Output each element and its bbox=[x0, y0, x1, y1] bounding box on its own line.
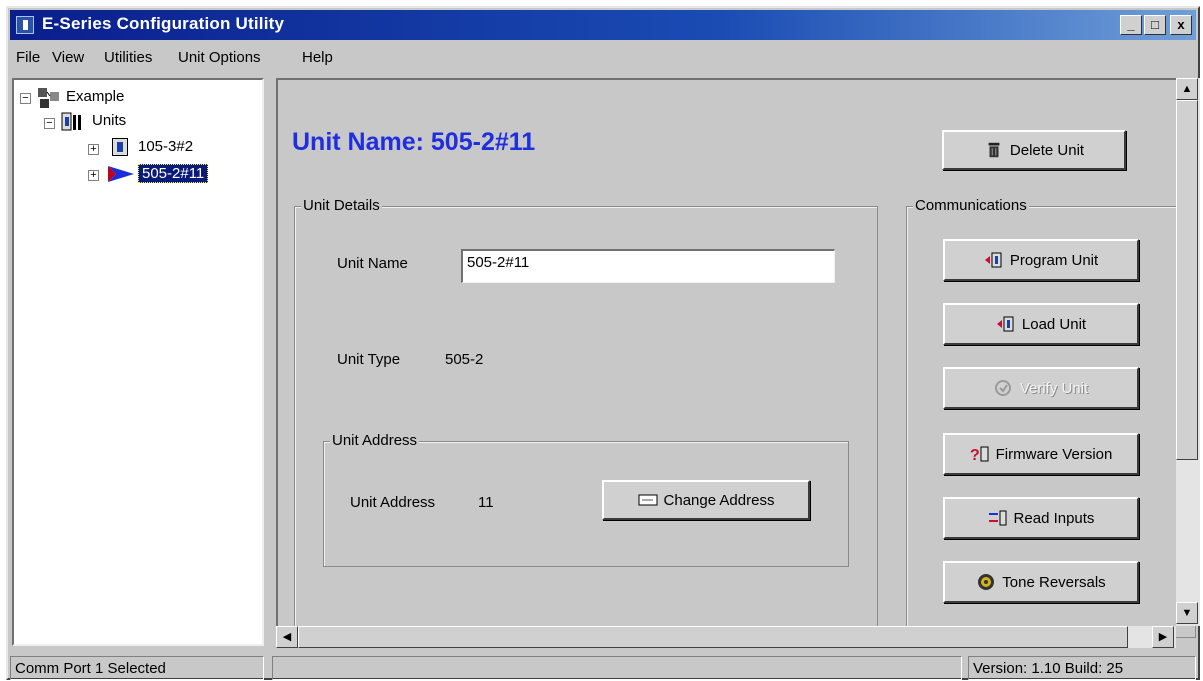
window-title: E-Series Configuration Utility bbox=[42, 14, 285, 33]
horizontal-scrollbar[interactable]: ◀ ▶ bbox=[276, 626, 1176, 648]
vertical-scrollbar[interactable]: ▲ ▼ bbox=[1176, 78, 1200, 626]
tone-reversals-button[interactable]: Tone Reversals bbox=[943, 561, 1139, 603]
tree-node-root[interactable]: Example bbox=[66, 88, 124, 105]
svg-text:?: ? bbox=[970, 447, 980, 463]
unit-type-label: Unit Type bbox=[337, 351, 401, 368]
delete-unit-button[interactable]: Delete Unit bbox=[942, 130, 1126, 170]
app-icon bbox=[16, 16, 34, 34]
vertical-scroll-thumb[interactable] bbox=[1176, 100, 1198, 460]
unit-address-group-label: Unit Address bbox=[330, 432, 420, 449]
menu-utilities[interactable]: Utilities bbox=[104, 49, 152, 66]
communications-group-label: Communications bbox=[913, 197, 1029, 214]
address-card-icon bbox=[638, 494, 658, 506]
tone-reversals-label: Tone Reversals bbox=[1002, 573, 1106, 591]
delete-unit-label: Delete Unit bbox=[1009, 141, 1085, 159]
status-bar: Comm Port 1 Selected Version: 1.10 Build… bbox=[10, 654, 1196, 680]
verify-icon bbox=[994, 380, 1011, 396]
tree-node-unit[interactable]: 105-3#2 bbox=[138, 138, 193, 155]
load-unit-button[interactable]: Load Unit bbox=[943, 303, 1139, 345]
menu-bar: File View Utilities Unit Options Help bbox=[10, 44, 1196, 72]
read-inputs-icon bbox=[988, 510, 1007, 526]
tree-node-unit-selected[interactable]: 505-2#11 bbox=[138, 164, 209, 183]
scroll-right-icon[interactable]: ▶ bbox=[1152, 626, 1174, 648]
expand-icon[interactable]: + bbox=[88, 170, 99, 181]
change-address-button[interactable]: Change Address bbox=[602, 480, 810, 520]
network-icon bbox=[38, 88, 59, 108]
minimize-button[interactable]: _ bbox=[1120, 15, 1142, 35]
unit-name-label: Unit Name bbox=[337, 255, 408, 272]
units-folder-icon bbox=[61, 112, 81, 131]
firmware-version-label: Firmware Version bbox=[995, 445, 1113, 463]
maximize-button[interactable]: □ bbox=[1144, 15, 1166, 35]
read-inputs-button[interactable]: Read Inputs bbox=[943, 497, 1139, 539]
status-version: Version: 1.10 Build: 25 bbox=[968, 656, 1196, 680]
unit-name-input[interactable]: 505-2#11 bbox=[461, 249, 835, 283]
scroll-up-icon[interactable]: ▲ bbox=[1176, 78, 1198, 100]
menu-file[interactable]: File bbox=[16, 49, 40, 66]
page-title: Unit Name: 505-2#11 bbox=[292, 128, 536, 156]
firmware-version-button[interactable]: ? Firmware Version bbox=[943, 433, 1139, 475]
question-chip-icon: ? bbox=[970, 446, 989, 463]
verify-unit-button[interactable]: Verify Unit bbox=[943, 367, 1139, 409]
collapse-icon[interactable]: − bbox=[44, 118, 55, 129]
status-middle bbox=[272, 656, 962, 680]
unit-icon bbox=[112, 138, 128, 156]
unit-address-value: 11 bbox=[478, 494, 494, 511]
unit-address-label: Unit Address bbox=[350, 494, 436, 511]
status-comm-port: Comm Port 1 Selected bbox=[10, 656, 264, 680]
menu-view[interactable]: View bbox=[52, 49, 84, 66]
app-window: E-Series Configuration Utility _ □ x Fil… bbox=[6, 6, 1200, 680]
selected-arrow-icon bbox=[108, 166, 134, 182]
expand-icon[interactable]: + bbox=[88, 144, 99, 155]
scroll-down-icon[interactable]: ▼ bbox=[1176, 602, 1198, 624]
program-unit-button[interactable]: Program Unit bbox=[943, 239, 1139, 281]
unit-details-group: Unit Details Unit Name 505-2#11 Unit Typ… bbox=[294, 197, 878, 638]
load-unit-icon bbox=[996, 316, 1014, 332]
program-unit-label: Program Unit bbox=[1009, 251, 1099, 269]
menu-unit-options[interactable]: Unit Options bbox=[178, 49, 261, 66]
change-address-label: Change Address bbox=[663, 491, 775, 509]
unit-type-value: 505-2 bbox=[445, 351, 484, 368]
verify-unit-label: Verify Unit bbox=[1019, 379, 1089, 397]
program-unit-icon bbox=[984, 252, 1002, 268]
unit-address-group: Unit Address Unit Address 11 Change Addr… bbox=[323, 432, 849, 567]
load-unit-label: Load Unit bbox=[1021, 315, 1087, 333]
unit-details-group-label: Unit Details bbox=[301, 197, 382, 214]
trash-icon bbox=[988, 142, 1000, 158]
menu-help[interactable]: Help bbox=[302, 49, 333, 66]
unit-tree[interactable]: − Example − Units + 105-3#2 + 505-2#11 bbox=[12, 78, 264, 646]
tree-node-units[interactable]: Units bbox=[92, 112, 126, 129]
unit-details-pane: Unit Name: 505-2#11 Delete Unit Unit Det… bbox=[276, 78, 1196, 638]
scroll-left-icon[interactable]: ◀ bbox=[276, 626, 298, 648]
tone-speaker-icon bbox=[978, 574, 995, 590]
read-inputs-label: Read Inputs bbox=[1013, 509, 1095, 527]
close-button[interactable]: x bbox=[1170, 15, 1192, 35]
collapse-icon[interactable]: − bbox=[20, 93, 31, 104]
title-bar[interactable]: E-Series Configuration Utility _ □ x bbox=[10, 10, 1196, 40]
horizontal-scroll-thumb[interactable] bbox=[298, 626, 1128, 648]
communications-group: Communications Program Unit Load Unit Ve… bbox=[906, 197, 1196, 638]
